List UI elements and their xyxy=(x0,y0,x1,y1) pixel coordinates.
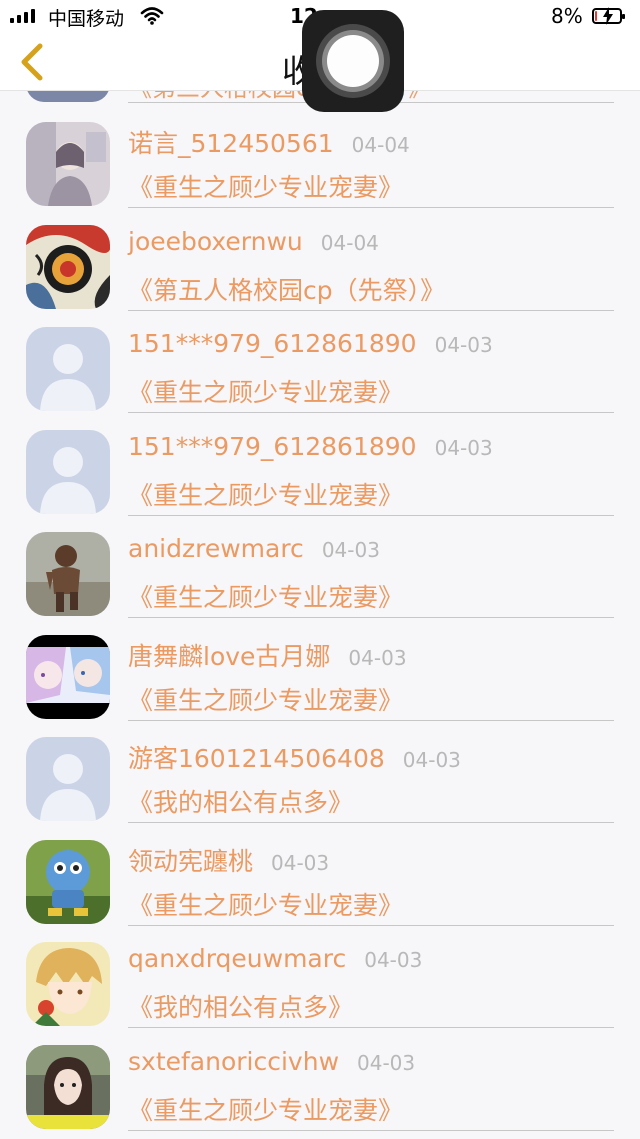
wifi-icon xyxy=(140,6,164,31)
book-title[interactable]: 《重生之顾少专业宠妻》 xyxy=(128,681,403,717)
avatar[interactable] xyxy=(26,737,110,821)
chevron-left-icon xyxy=(21,43,43,81)
user-name[interactable]: 151***979_612861890 xyxy=(128,329,417,358)
comment-date: 04-03 xyxy=(271,851,330,875)
list-item[interactable]: 151***979_612861890 04-03 《重生之顾少专业宠妻》 xyxy=(0,309,640,413)
book-title[interactable]: 《重生之顾少专业宠妻》 xyxy=(128,578,403,614)
anime-boy-icon xyxy=(26,942,110,1026)
comment-date: 04-03 xyxy=(434,333,493,357)
list-item[interactable]: sxtefanoriccivhw 04-03 《重生之顾少专业宠妻》 xyxy=(0,1027,640,1131)
signal-icon xyxy=(10,9,35,23)
assistive-touch-button[interactable] xyxy=(302,10,404,112)
comment-date: 04-03 xyxy=(321,538,380,562)
name-line: 游客1601214506408 04-03 xyxy=(128,739,461,775)
avatar[interactable] xyxy=(26,327,110,411)
photo-child-icon xyxy=(26,532,110,616)
anime-pair-icon xyxy=(26,635,110,719)
back-button[interactable] xyxy=(14,40,54,84)
book-title[interactable]: 《重生之顾少专业宠妻》 xyxy=(128,476,403,512)
comment-date: 04-04 xyxy=(351,133,410,157)
list-item[interactable]: 唐舞麟love古月娜 04-03 《重生之顾少专业宠妻》 xyxy=(0,617,640,721)
avatar[interactable] xyxy=(26,225,110,309)
list-item[interactable]: 151***979_612861890 04-03 《重生之顾少专业宠妻》 xyxy=(0,412,640,516)
comment-date: 04-03 xyxy=(357,1051,416,1075)
list-item[interactable]: anidzrewmarc 04-03 《重生之顾少专业宠妻》 xyxy=(0,514,640,618)
avatar[interactable] xyxy=(26,532,110,616)
avatar[interactable] xyxy=(26,1045,110,1129)
user-name[interactable]: 151***979_612861890 xyxy=(128,432,417,461)
book-title[interactable]: 《重生之顾少专业宠妻》 xyxy=(128,886,403,922)
user-name[interactable]: 领动宪躔桃 xyxy=(128,847,253,876)
avatar[interactable] xyxy=(26,122,110,206)
name-line: 领动宪躔桃 04-03 xyxy=(128,842,329,878)
name-line: 151***979_612861890 04-03 xyxy=(128,432,493,461)
comment-date: 04-03 xyxy=(364,948,423,972)
name-line: anidzrewmarc 04-03 xyxy=(128,534,380,563)
battery-icon xyxy=(592,7,625,25)
name-line: 诺言_512450561 04-04 xyxy=(128,124,410,160)
abstract-art-icon xyxy=(26,225,110,309)
photo-woman-icon xyxy=(26,1045,110,1129)
avatar[interactable] xyxy=(26,635,110,719)
list-item[interactable]: 诺言_512450561 04-04 《重生之顾少专业宠妻》 xyxy=(0,104,640,208)
charging-bolt-icon xyxy=(603,7,613,25)
book-title[interactable]: 《第五人格校园cp（先祭）》 xyxy=(128,271,445,307)
robot-toy-icon xyxy=(26,840,110,924)
comment-date: 04-03 xyxy=(434,436,493,460)
comment-date: 04-03 xyxy=(348,646,407,670)
name-line: 151***979_612861890 04-03 xyxy=(128,329,493,358)
default-user-icon xyxy=(26,737,110,821)
photo-girl-icon xyxy=(26,122,110,206)
comment-date: 04-04 xyxy=(320,231,379,255)
default-user-icon xyxy=(26,430,110,514)
user-name[interactable]: 游客1601214506408 xyxy=(128,744,385,773)
list-item[interactable]: qanxdrqeuwmarc 04-03 《我的相公有点多》 xyxy=(0,924,640,1028)
name-line: sxtefanoriccivhw 04-03 xyxy=(128,1047,415,1076)
avatar[interactable] xyxy=(26,942,110,1026)
name-line: 唐舞麟love古月娜 04-03 xyxy=(128,637,407,673)
carrier-label: 中国移动 xyxy=(48,8,125,30)
avatar[interactable] xyxy=(26,430,110,514)
name-line: joeeboxernwu 04-04 xyxy=(128,227,379,256)
divider xyxy=(128,1130,614,1131)
user-name[interactable]: joeeboxernwu xyxy=(128,227,303,256)
battery-percent: 8% xyxy=(551,4,583,28)
book-title[interactable]: 《我的相公有点多》 xyxy=(128,783,353,819)
book-title[interactable]: 《重生之顾少专业宠妻》 xyxy=(128,1091,403,1127)
comment-date: 04-03 xyxy=(402,748,461,772)
name-line: qanxdrqeuwmarc 04-03 xyxy=(128,944,422,973)
user-name[interactable]: 唐舞麟love古月娜 xyxy=(128,642,330,671)
book-title[interactable]: 《重生之顾少专业宠妻》 xyxy=(128,373,403,409)
user-name[interactable]: sxtefanoriccivhw xyxy=(128,1047,339,1076)
user-name[interactable]: qanxdrqeuwmarc xyxy=(128,944,346,973)
avatar[interactable] xyxy=(26,840,110,924)
list-item[interactable]: 游客1601214506408 04-03 《我的相公有点多》 xyxy=(0,719,640,823)
user-name[interactable]: 诺言_512450561 xyxy=(128,129,334,158)
list-item[interactable]: joeeboxernwu 04-04 《第五人格校园cp（先祭）》 xyxy=(0,207,640,311)
book-title[interactable]: 《重生之顾少专业宠妻》 xyxy=(128,168,403,204)
default-user-icon xyxy=(26,327,110,411)
book-title[interactable]: 《我的相公有点多》 xyxy=(128,988,353,1024)
list-item[interactable]: 领动宪躔桃 04-03 《重生之顾少专业宠妻》 xyxy=(0,822,640,926)
user-name[interactable]: anidzrewmarc xyxy=(128,534,304,563)
